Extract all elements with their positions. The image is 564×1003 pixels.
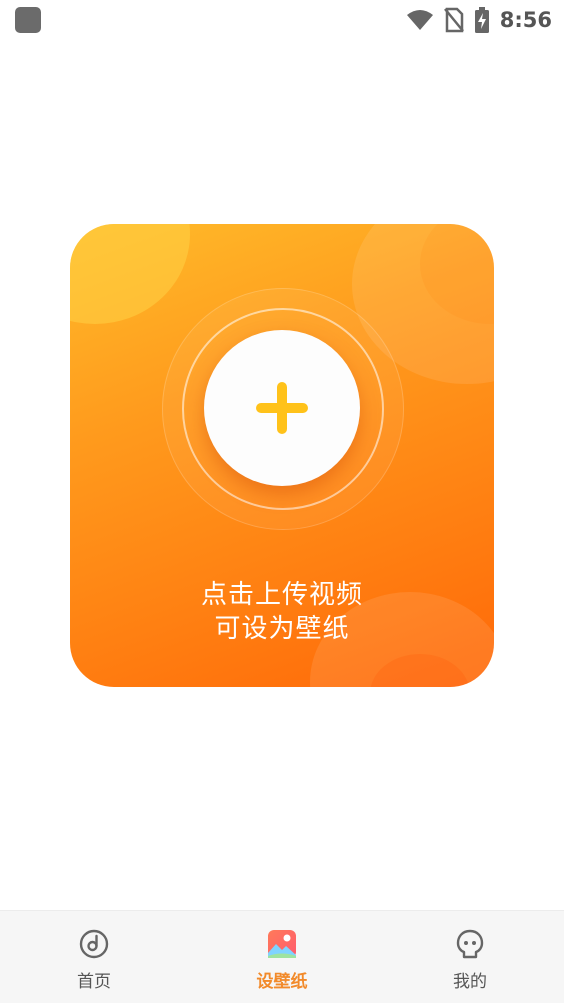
- home-disc-icon: [79, 929, 109, 959]
- status-bar: 8:56: [0, 0, 564, 40]
- clock: 8:56: [499, 8, 552, 32]
- nav-item-home[interactable]: 首页: [0, 911, 188, 1003]
- nav-label-home: 首页: [77, 972, 111, 992]
- wallpaper-image-icon: [268, 930, 296, 958]
- bottom-nav: 首页 设壁纸 我的: [0, 910, 564, 1003]
- nav-label-mine: 我的: [453, 972, 487, 992]
- app-icon: [15, 7, 41, 33]
- wifi-icon: [406, 10, 433, 30]
- nav-label-wallpaper: 设壁纸: [256, 972, 308, 992]
- nav-item-mine[interactable]: 我的: [376, 911, 564, 1003]
- battery-charging-icon: [474, 7, 489, 33]
- upload-plus-button[interactable]: [204, 330, 360, 486]
- nav-item-wallpaper[interactable]: 设壁纸: [188, 911, 376, 1003]
- upload-hint-line2: 可设为壁纸: [214, 614, 350, 644]
- plus-icon: [256, 382, 308, 434]
- no-sim-icon: [443, 7, 464, 33]
- upload-video-card[interactable]: 点击上传视频 可设为壁纸: [70, 224, 494, 687]
- profile-face-icon: [456, 929, 484, 959]
- upload-hint-line1: 点击上传视频: [200, 580, 363, 610]
- decor-circle: [70, 224, 190, 324]
- status-icons: 8:56: [406, 6, 552, 34]
